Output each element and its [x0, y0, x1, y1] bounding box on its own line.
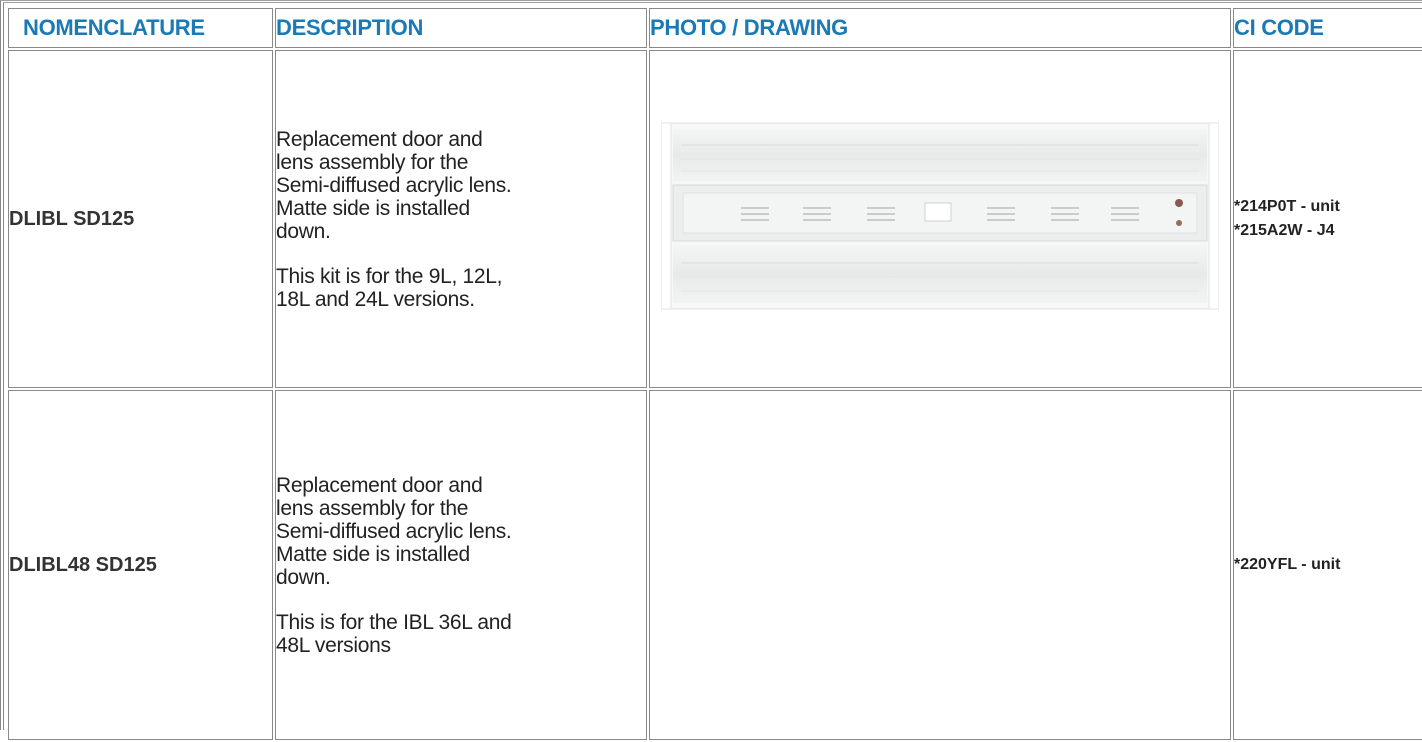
photo-cell-empty	[649, 390, 1231, 740]
column-header-photo: PHOTO / DRAWING	[649, 8, 1231, 48]
description-text: Replacement door and lens assembly for t…	[276, 128, 646, 243]
description-line: Semi-diffused acrylic lens.	[276, 173, 512, 197]
column-header-ci-code: CI CODE	[1233, 8, 1422, 48]
description-line: Replacement door and	[276, 127, 483, 151]
ci-code-cell: *220YFL - unit	[1233, 390, 1422, 740]
note-line: This kit is for the 9L, 12L,	[276, 264, 503, 288]
column-header-nomenclature: NOMENCLATURE	[8, 8, 273, 48]
description-line: Semi-diffused acrylic lens.	[276, 519, 512, 543]
ci-code: *220YFL - unit	[1234, 556, 1341, 573]
high-bay-light-fixture-photo	[660, 114, 1220, 319]
photo-cell	[649, 50, 1231, 388]
description-line: down.	[276, 565, 331, 589]
note-line: This is for the IBL 36L and	[276, 610, 512, 634]
table-row: DLIBL48 SD125 Replacement door and lens …	[8, 390, 1422, 740]
description-cell: Replacement door and lens assembly for t…	[275, 50, 647, 388]
header-row: NOMENCLATURE DESCRIPTION PHOTO / DRAWING…	[8, 8, 1422, 48]
parts-table: NOMENCLATURE DESCRIPTION PHOTO / DRAWING…	[6, 6, 1422, 742]
description-note: This is for the IBL 36L and 48L versions	[276, 611, 646, 657]
description-line: Matte side is installed	[276, 542, 470, 566]
description-line: Matte side is installed	[276, 196, 470, 220]
description-text: Replacement door and lens assembly for t…	[276, 474, 646, 589]
description-note: This kit is for the 9L, 12L, 18L and 24L…	[276, 265, 646, 311]
description-line: lens assembly for the	[276, 496, 469, 520]
nomenclature-cell: DLIBL48 SD125	[8, 390, 273, 740]
description-line: lens assembly for the	[276, 150, 469, 174]
column-header-description: DESCRIPTION	[275, 8, 647, 48]
ci-code: *215A2W - J4	[1234, 222, 1335, 239]
description-line: Replacement door and	[276, 473, 483, 497]
note-line: 48L versions	[276, 633, 391, 657]
ci-code-cell: *214P0T - unit *215A2W - J4	[1233, 50, 1422, 388]
table-row: DLIBL SD125 Replacement door and lens as…	[8, 50, 1422, 388]
note-line: 18L and 24L versions.	[276, 287, 475, 311]
description-cell: Replacement door and lens assembly for t…	[275, 390, 647, 740]
description-line: down.	[276, 219, 331, 243]
nomenclature-cell: DLIBL SD125	[8, 50, 273, 388]
ci-code: *214P0T - unit	[1234, 198, 1340, 215]
